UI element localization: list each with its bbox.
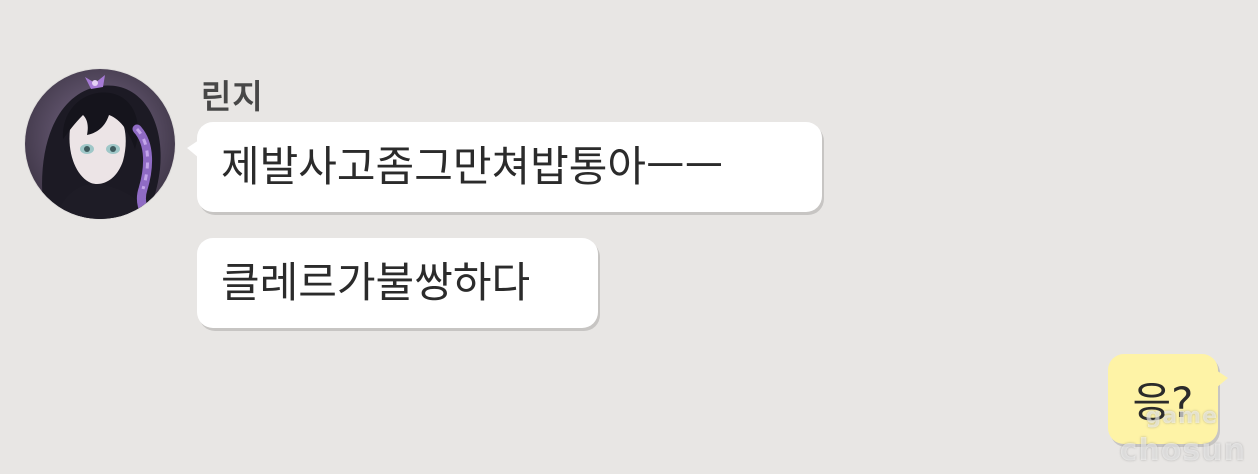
anime-girl-avatar-icon[interactable] [25, 69, 175, 219]
message-text: 제발사고좀그만쳐밥통아ㅡㅡ [221, 142, 724, 191]
message-text: 응? [1132, 377, 1194, 427]
incoming-message-bubble[interactable]: 제발사고좀그만쳐밥통아ㅡㅡ [187, 122, 822, 212]
message-text: 클레르가불쌍하다 [221, 258, 531, 307]
incoming-message-bubble[interactable]: 클레르가불쌍하다 [197, 238, 598, 328]
sender-name: 린지 [201, 77, 264, 116]
outgoing-message-bubble[interactable]: 응? [1108, 354, 1228, 444]
chat-room: 린지 제발사고좀그만쳐밥통아ㅡㅡ 클레르가불쌍하다 응? game chosun [0, 0, 1258, 474]
